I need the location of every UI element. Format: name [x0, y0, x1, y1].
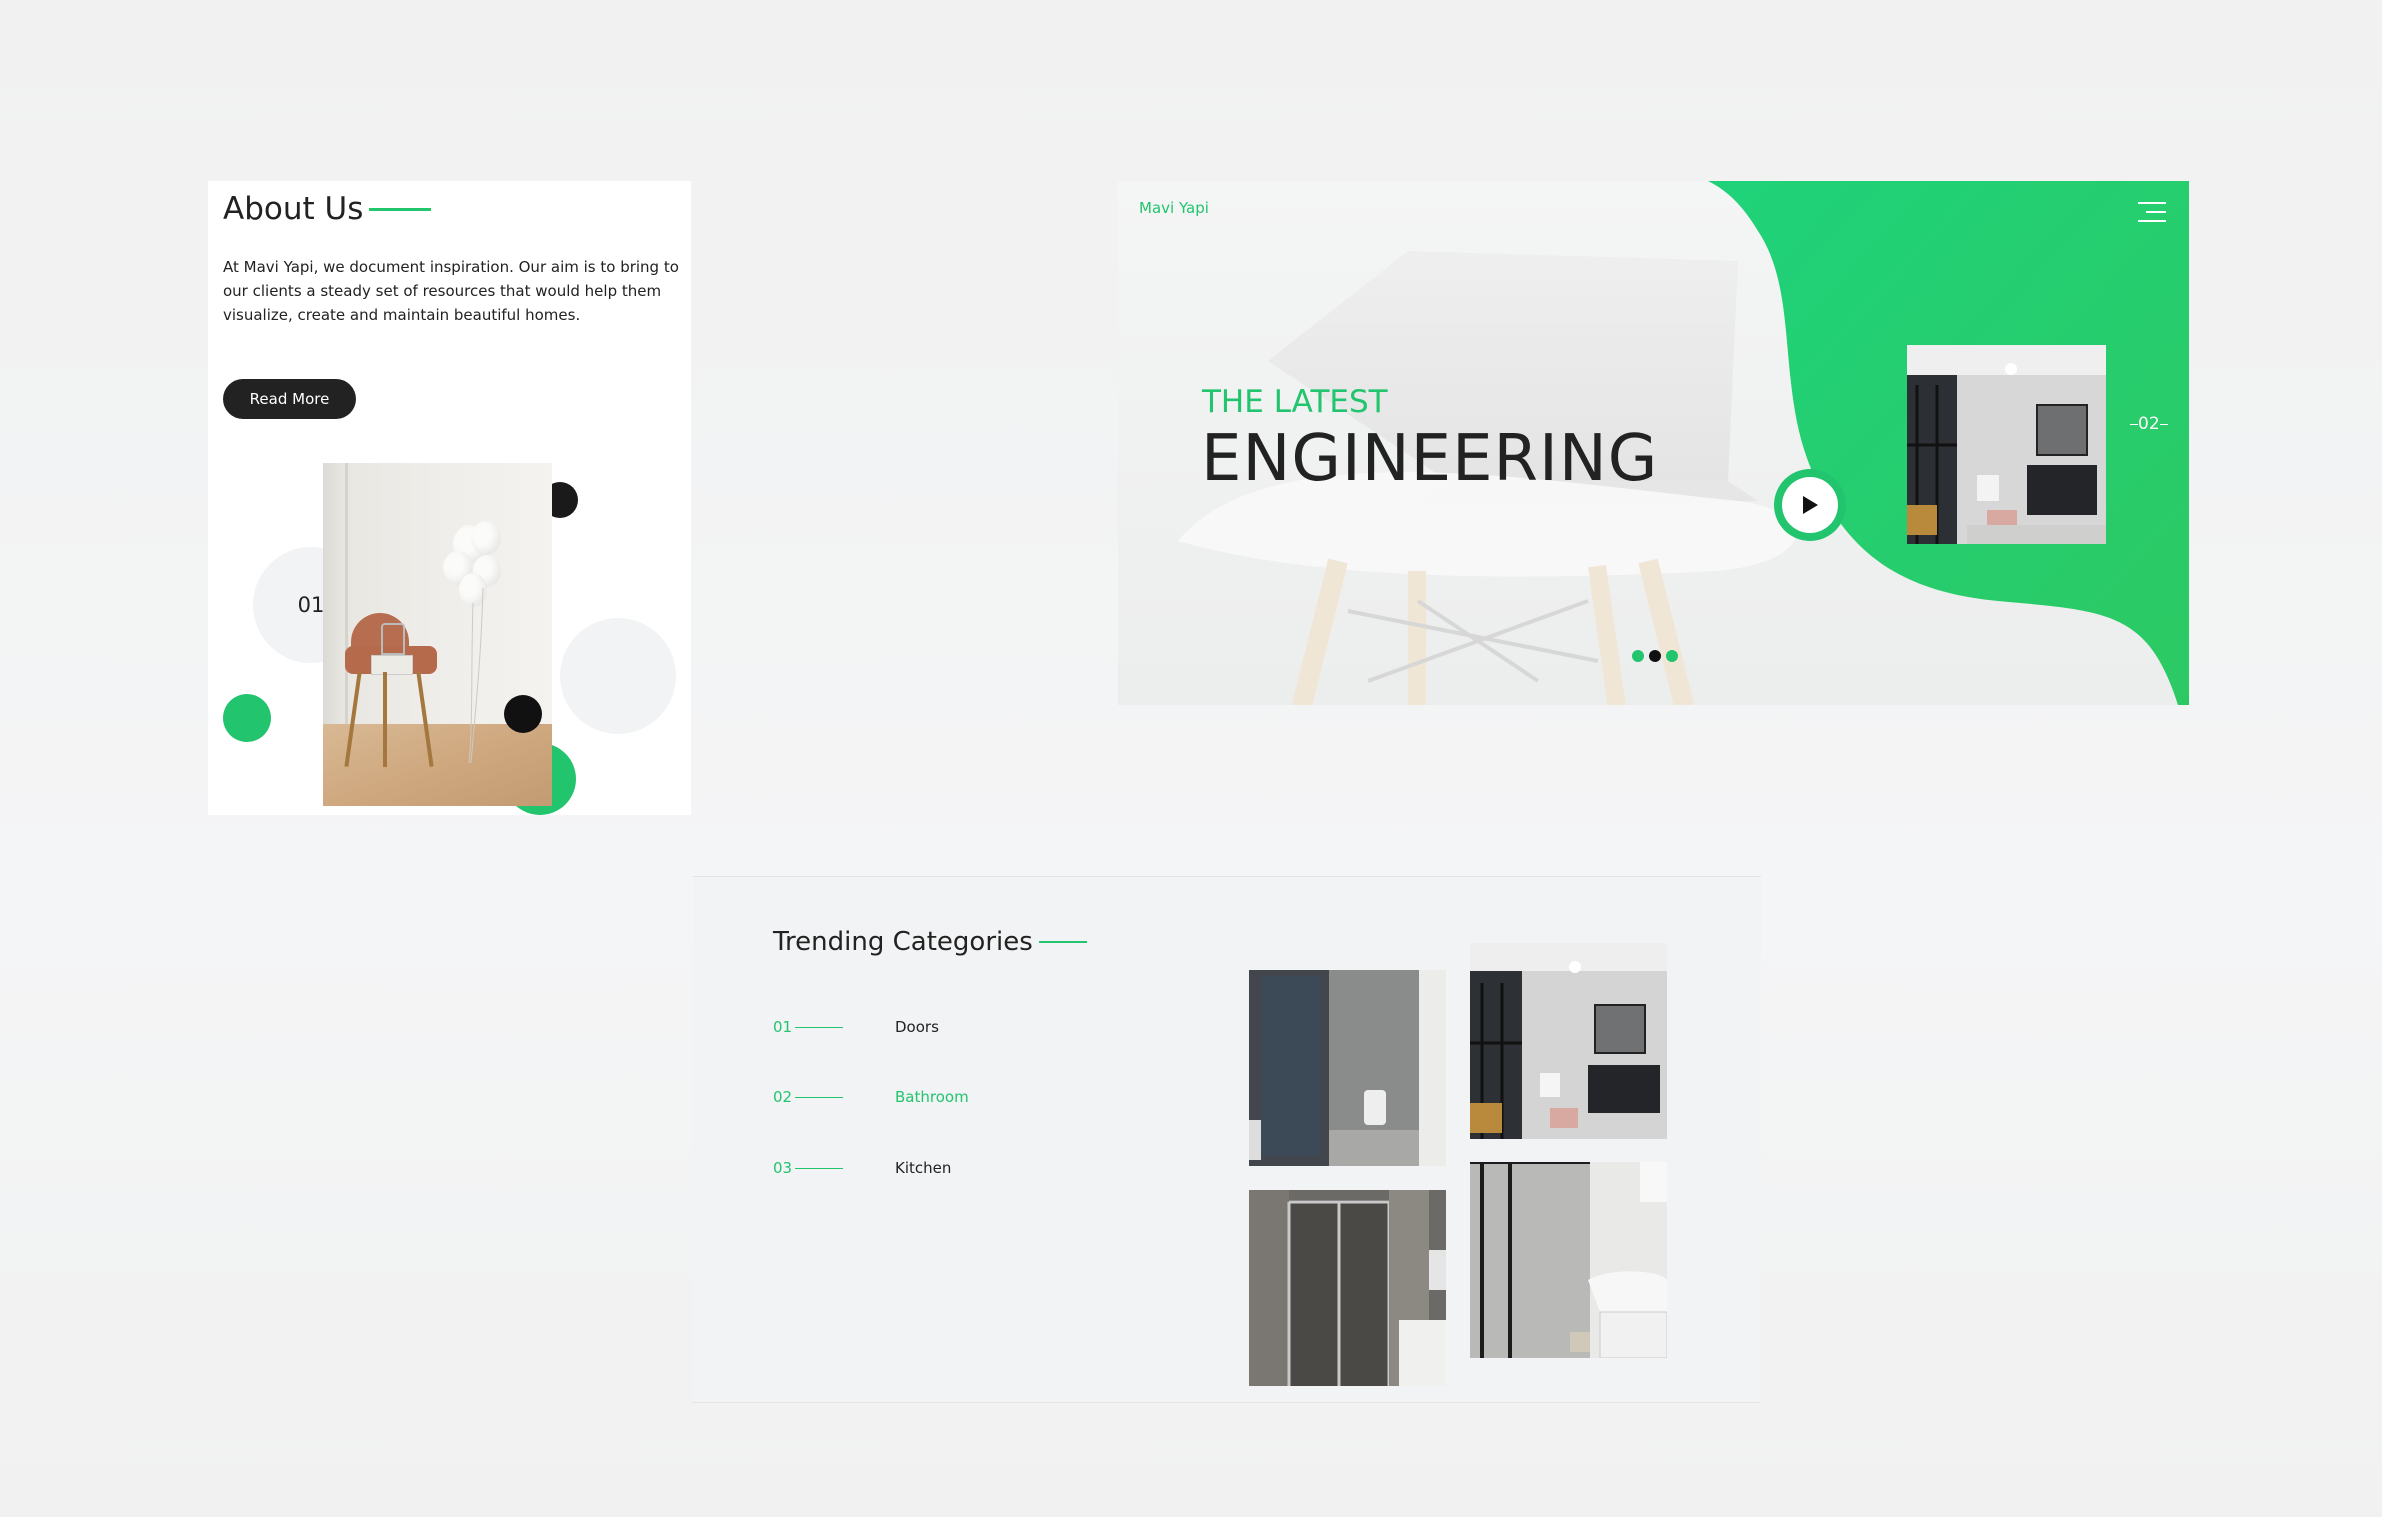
decor-circle-green-left: [223, 694, 271, 742]
play-icon: [1803, 496, 1818, 514]
categories-title: Trending Categories: [773, 927, 1087, 957]
title-accent-line: [1038, 941, 1087, 943]
category-line: [795, 1026, 843, 1028]
category-item-doors[interactable]: 01 Doors: [773, 1018, 939, 1036]
title-accent-line: [369, 207, 432, 211]
slide-number-line: [2130, 423, 2138, 425]
category-item-bathroom[interactable]: 02 Bathroom: [773, 1088, 969, 1106]
read-more-button[interactable]: Read More: [223, 379, 356, 419]
brand-name[interactable]: Mavi Yapi: [1139, 199, 1209, 217]
category-label: Doors: [895, 1018, 939, 1036]
category-number: 02: [773, 1088, 793, 1106]
category-number: 01: [773, 1018, 793, 1036]
hamburger-menu-icon[interactable]: [2136, 200, 2166, 226]
chair-photo: [323, 463, 552, 806]
about-title-text: About Us: [223, 191, 364, 227]
play-button[interactable]: [1774, 469, 1846, 541]
carousel-dot-3[interactable]: [1666, 650, 1678, 662]
category-image-black-shower[interactable]: [1470, 943, 1667, 1139]
about-card: About Us At Mavi Yapi, we document inspi…: [208, 181, 691, 815]
category-image-sink-bathroom[interactable]: [1470, 1162, 1667, 1358]
balloon-strings: [468, 587, 484, 764]
slide-number-line: [2159, 423, 2168, 425]
carousel-dot-1[interactable]: [1632, 650, 1644, 662]
category-label: Bathroom: [895, 1088, 969, 1106]
about-slide-number-text: 01: [297, 593, 325, 617]
category-line: [795, 1096, 843, 1098]
carousel-dot-2[interactable]: [1649, 650, 1661, 662]
categories-card: Trending Categories 01 Doors 02 Bathroom…: [693, 876, 1761, 1403]
hero-slide-thumbnail[interactable]: [1907, 345, 2106, 544]
category-image-shower-toilet[interactable]: [1249, 970, 1446, 1166]
hero-slide-number: 02: [2130, 414, 2168, 434]
category-number: 03: [773, 1159, 793, 1177]
category-line: [795, 1167, 843, 1169]
carousel-dots: [1632, 650, 1678, 662]
decor-circle-grey-right: [560, 618, 676, 734]
category-label: Kitchen: [895, 1159, 952, 1177]
category-item-kitchen[interactable]: 03 Kitchen: [773, 1159, 951, 1177]
hero-title: ENGINEERING: [1201, 422, 1659, 496]
about-title: About Us: [223, 191, 432, 227]
about-description: At Mavi Yapi, we document inspiration. O…: [223, 258, 679, 324]
decor-circle-black-mid: [504, 695, 542, 733]
play-button-inner: [1782, 477, 1838, 533]
hero-slide-number-text: 02: [2138, 414, 2160, 434]
hero-card: Mavi Yapi THE LATEST ENGINEERING 02: [1118, 181, 2189, 705]
categories-title-text: Trending Categories: [773, 927, 1033, 957]
hero-eyebrow: THE LATEST: [1202, 384, 1388, 420]
category-image-stone-shower[interactable]: [1249, 1190, 1446, 1386]
